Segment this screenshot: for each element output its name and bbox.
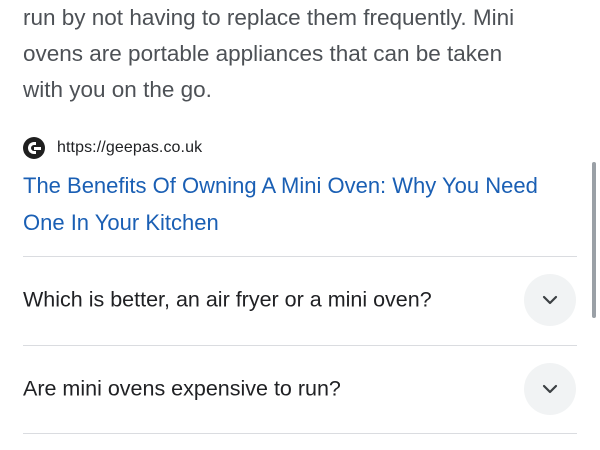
faq-question[interactable]: Which is better, an air fryer or a mini … (23, 288, 432, 313)
source-url[interactable]: https://geepas.co.uk (57, 139, 202, 157)
geepas-g-logo-icon (23, 137, 45, 159)
result-title-link[interactable]: The Benefits Of Owning A Mini Oven: Why … (23, 167, 583, 241)
faq-item-mini-oven-cost[interactable]: Are mini ovens expensive to run? (0, 346, 600, 432)
result-title-line[interactable]: The Benefits Of Owning A Mini Oven: Why … (23, 167, 583, 204)
chevron-down-icon (542, 295, 558, 305)
faq-question[interactable]: Are mini ovens expensive to run? (23, 377, 341, 402)
snippet-line: ovens are portable appliances that can b… (23, 41, 503, 66)
snippet-line: with you on the go. (23, 77, 212, 102)
scrollbar[interactable] (592, 162, 596, 318)
divider (23, 433, 577, 434)
result-source[interactable]: https://geepas.co.uk (23, 136, 202, 160)
snippet-line: run by not having to replace them freque… (23, 5, 515, 30)
expand-button[interactable] (524, 363, 576, 415)
expand-button[interactable] (524, 274, 576, 326)
result-title-line[interactable]: One In Your Kitchen (23, 204, 583, 241)
faq-item-air-fryer-vs-mini-oven[interactable]: Which is better, an air fryer or a mini … (0, 257, 600, 343)
result-snippet: run by not having to replace them freque… (23, 0, 563, 108)
chevron-down-icon (542, 384, 558, 394)
